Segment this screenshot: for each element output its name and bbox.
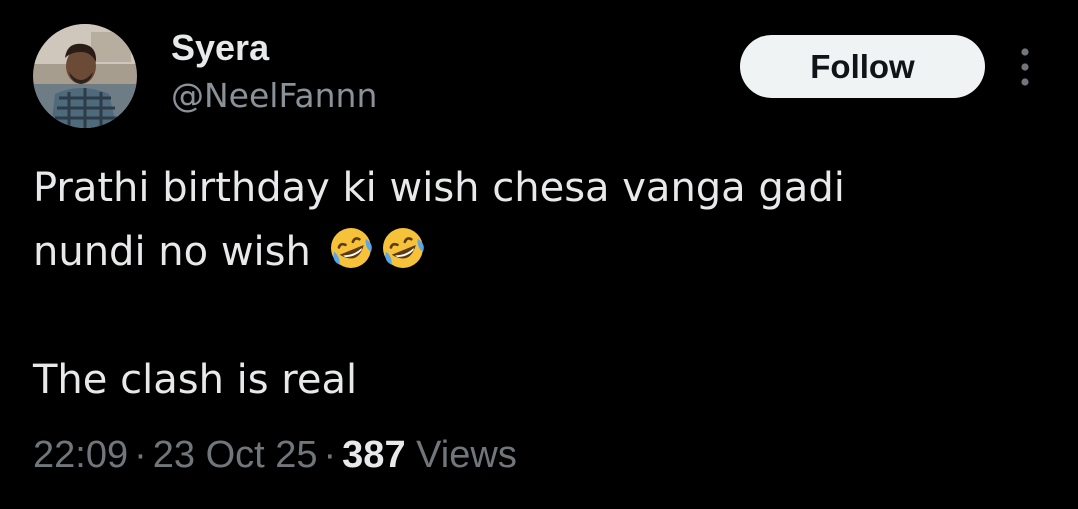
display-name[interactable]: Syera: [171, 26, 269, 70]
tweet-time[interactable]: 22:09: [33, 434, 128, 476]
tweet-line: Prathi birthday ki wish chesa vanga gadi: [33, 165, 845, 211]
user-handle[interactable]: @NeelFannn: [171, 74, 377, 118]
follow-button[interactable]: Follow: [740, 35, 985, 98]
rolling-on-floor-laughing-emoji-icon: [378, 223, 428, 273]
views-label: Views: [416, 434, 517, 476]
meta-separator: ·: [134, 434, 147, 476]
views-count[interactable]: 387: [342, 434, 405, 476]
tweet-text: Prathi birthday ki wish chesa vanga gadi…: [33, 156, 1043, 412]
vertical-ellipsis-icon: [1021, 48, 1029, 86]
tweet-line-text: nundi no wish: [33, 229, 311, 275]
meta-separator: ·: [323, 434, 337, 476]
tweet-line: The clash is real: [33, 357, 358, 403]
avatar[interactable]: [33, 24, 137, 128]
tweet-meta: 22:09 · 23 Oct 25 · 387 Views: [33, 430, 517, 480]
tweet-line: nundi no wish: [33, 220, 1043, 284]
tweet-date[interactable]: 23 Oct 25: [153, 434, 318, 476]
rolling-on-floor-laughing-emoji-icon: [326, 223, 376, 273]
more-options-button[interactable]: [1010, 46, 1040, 88]
user-photo-avatar: [33, 24, 137, 128]
